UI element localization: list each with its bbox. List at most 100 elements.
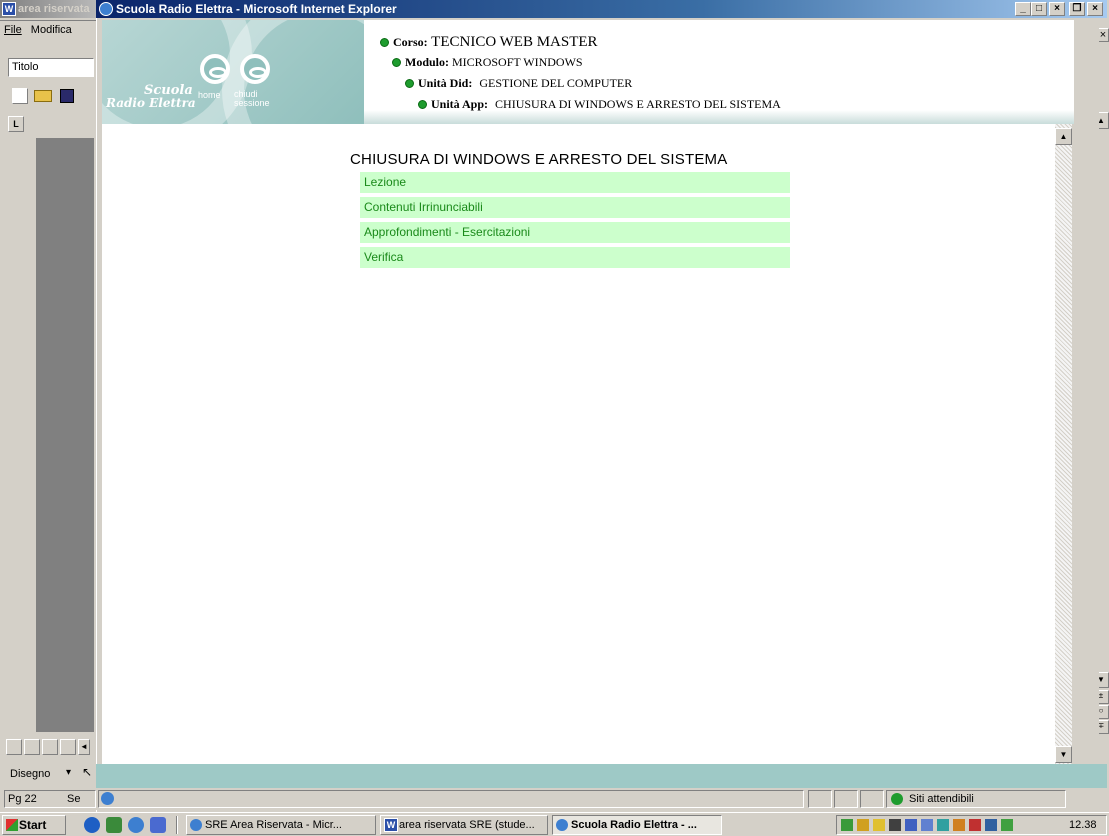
open-folder-icon[interactable]: [34, 90, 52, 102]
tray-icon[interactable]: [953, 819, 965, 831]
section-number: Se: [67, 793, 81, 805]
tray-icon[interactable]: [889, 819, 901, 831]
menu-file[interactable]: File: [4, 24, 22, 36]
breadcrumb-label: Unità App:: [431, 97, 489, 111]
word-toolbar: [8, 84, 94, 108]
breadcrumb-module: Modulo: MICROSOFT WINDOWS: [392, 55, 583, 70]
breadcrumb-label: Unità Did:: [418, 76, 473, 90]
banner-shadow: [340, 110, 1074, 124]
tray-icon[interactable]: [969, 819, 981, 831]
menu-item-contenuti[interactable]: Contenuti Irrinunciabili: [360, 197, 790, 218]
minimize-icon[interactable]: _: [1015, 2, 1031, 16]
normal-view-icon[interactable]: [6, 739, 22, 755]
new-document-icon[interactable]: [12, 88, 28, 104]
task-scuola-radio[interactable]: Scuola Radio Elettra - ...: [552, 815, 722, 835]
start-button[interactable]: Start: [2, 815, 66, 835]
task-sre-area[interactable]: SRE Area Riservata - Micr...: [186, 815, 376, 835]
page-number: Pg 22: [8, 793, 37, 805]
check-icon: [891, 793, 903, 805]
tray-icon[interactable]: [873, 819, 885, 831]
menu-item-lezione[interactable]: Lezione: [360, 172, 790, 193]
ie-title-text: Scuola Radio Elettra - Microsoft Interne…: [116, 2, 397, 16]
tray-icon[interactable]: [937, 819, 949, 831]
ie-icon[interactable]: [128, 817, 144, 833]
breadcrumb-label: Modulo:: [405, 55, 450, 69]
scroll-left-icon[interactable]: ◄: [78, 739, 90, 755]
chevron-down-icon[interactable]: ▾: [66, 767, 71, 778]
tray-icon[interactable]: [841, 819, 853, 831]
ie-icon: [556, 819, 568, 831]
tray-icon[interactable]: [985, 819, 997, 831]
close-icon[interactable]: ×: [1049, 2, 1065, 16]
windows-logo-icon: [6, 819, 18, 831]
ie-page-icon: [101, 792, 114, 805]
ie-app-icon: [99, 2, 113, 16]
restore-icon[interactable]: ❐: [1069, 2, 1085, 16]
view-buttons: ◄: [4, 739, 94, 757]
pointer-icon[interactable]: ↖: [82, 765, 92, 779]
tray-icon[interactable]: [905, 819, 917, 831]
page-content: [102, 124, 1055, 764]
taskbar: Start SRE Area Riservata - Micr... W are…: [0, 812, 1109, 836]
home-icon[interactable]: [200, 54, 230, 84]
status-panel: [860, 790, 884, 808]
status-panel: [808, 790, 832, 808]
tray-icon[interactable]: [857, 819, 869, 831]
breadcrumb-unit-app: Unità App: CHIUSURA DI WINDOWS E ARRESTO…: [418, 97, 781, 112]
menu-item-approfondimenti[interactable]: Approfondimenti - Esercitazioni: [360, 222, 790, 243]
divider: [176, 816, 178, 834]
word-title-text: area riservata: [18, 3, 90, 15]
bullet-icon: [405, 79, 414, 88]
breadcrumb-course: Corso: TECNICO WEB MASTER: [380, 34, 598, 51]
web-view-icon[interactable]: [24, 739, 40, 755]
page-title: CHIUSURA DI WINDOWS E ARRESTO DEL SISTEM…: [350, 151, 728, 168]
logout-link[interactable]: chiudi sessione: [234, 90, 284, 108]
outline-view-icon[interactable]: [60, 739, 76, 755]
vertical-scrollbar[interactable]: [1055, 124, 1072, 764]
word-app-icon: W: [2, 2, 16, 16]
logout-icon[interactable]: [240, 54, 270, 84]
home-link[interactable]: home: [198, 90, 221, 100]
breadcrumb-unit-did: Unità Did: GESTIONE DEL COMPUTER: [405, 76, 632, 91]
security-zone: Siti attendibili: [886, 790, 1066, 808]
bullet-icon: [392, 58, 401, 67]
task-label: area riservata SRE (stude...: [399, 819, 535, 831]
print-view-icon[interactable]: [42, 739, 58, 755]
divider: [0, 20, 96, 21]
breadcrumb-value: GESTIONE DEL COMPUTER: [479, 76, 633, 90]
maximize-icon[interactable]: □: [1031, 2, 1047, 16]
zone-label: Siti attendibili: [909, 793, 974, 805]
draw-menu[interactable]: Disegno: [10, 768, 50, 780]
tab-stop-icon[interactable]: L: [8, 116, 24, 132]
tray-icon[interactable]: [921, 819, 933, 831]
style-dropdown[interactable]: Titolo: [8, 58, 94, 77]
scroll-down-icon[interactable]: ▼: [1055, 746, 1072, 763]
breadcrumb-value: CHIUSURA DI WINDOWS E ARRESTO DEL SISTEM…: [495, 97, 781, 111]
media-icon[interactable]: [150, 817, 166, 833]
page-footer-bar: [96, 764, 1107, 788]
task-word-doc[interactable]: W area riservata SRE (stude...: [380, 815, 548, 835]
menu-edit[interactable]: Modifica: [31, 24, 72, 36]
breadcrumb-value: TECNICO WEB MASTER: [431, 34, 598, 50]
word-page-status: Pg 22 Se: [4, 790, 96, 808]
ie-title-bar[interactable]: Scuola Radio Elettra - Microsoft Interne…: [96, 0, 1107, 18]
word-title-bar[interactable]: W area riservata: [0, 0, 96, 18]
desktop-icon[interactable]: [84, 817, 100, 833]
outlook-icon[interactable]: [106, 817, 122, 833]
school-logo: home chiudi sessione Scuola Radio Elettr…: [102, 20, 364, 124]
tray-icon[interactable]: [1001, 819, 1013, 831]
save-icon[interactable]: [60, 89, 74, 103]
bullet-icon: [418, 100, 427, 109]
breadcrumb-label: Corso:: [393, 35, 428, 49]
system-tray: 12.38: [836, 815, 1107, 835]
menu-item-verifica[interactable]: Verifica: [360, 247, 790, 268]
word-close-icon[interactable]: ×: [1087, 2, 1103, 16]
word-document-area: [36, 138, 94, 732]
clock[interactable]: 12.38: [1069, 819, 1097, 831]
word-icon: W: [384, 818, 398, 832]
task-label: SRE Area Riservata - Micr...: [205, 819, 342, 831]
start-label: Start: [19, 818, 47, 832]
word-menubar: File Modifica: [4, 24, 94, 36]
status-bar: Pg 22 Se Siti attendibili: [0, 788, 1109, 810]
scroll-up-icon[interactable]: ▲: [1055, 128, 1072, 145]
